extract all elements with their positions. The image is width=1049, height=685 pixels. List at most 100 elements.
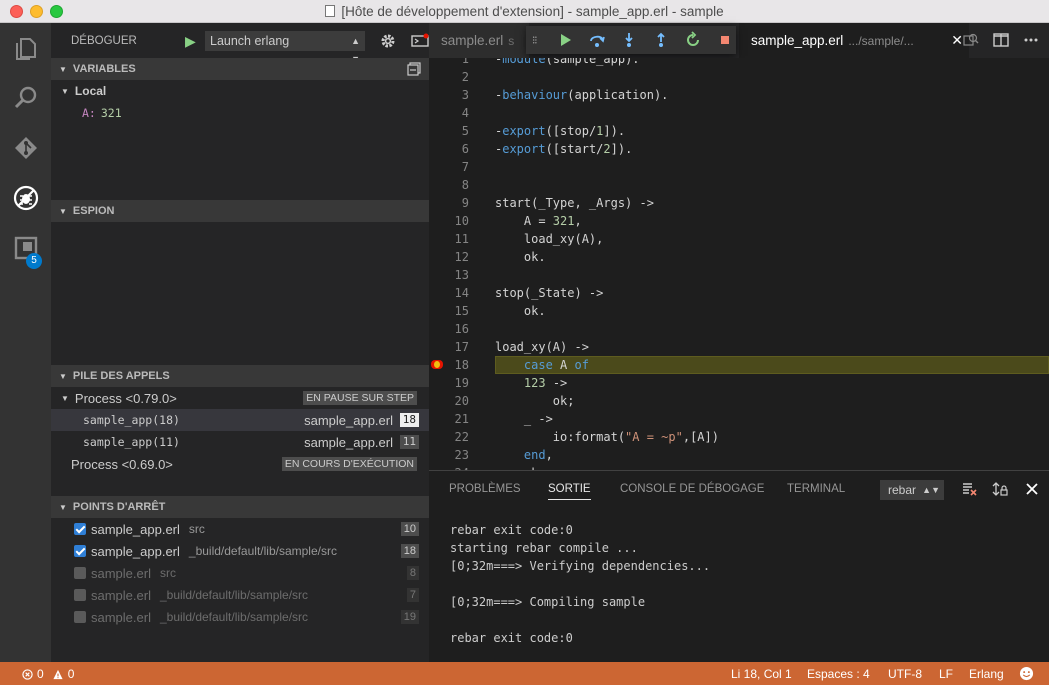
open-changes-icon[interactable]	[963, 32, 979, 48]
encoding[interactable]: UTF-8	[888, 667, 922, 681]
process-state-badge: EN PAUSE SUR STEP	[303, 391, 417, 405]
gear-icon[interactable]	[379, 32, 397, 50]
code-line[interactable]: 19 123 ->	[429, 374, 1049, 392]
code-line[interactable]: 11 load_xy(A),	[429, 230, 1049, 248]
sidebar-title: DÉBOGUER	[71, 34, 137, 47]
tab-terminal[interactable]: TERMINAL	[787, 483, 845, 495]
scroll-lock-icon[interactable]	[992, 481, 1008, 497]
cursor-position[interactable]: Li 18, Col 1	[731, 667, 792, 681]
tab-sample-app-erl[interactable]: sample_app.erl .../sample/... ✕	[739, 23, 969, 58]
continue-icon[interactable]	[556, 31, 574, 49]
code-line[interactable]: 21 _ ->	[429, 410, 1049, 428]
code-line[interactable]: 13	[429, 266, 1049, 284]
step-over-icon[interactable]	[588, 31, 606, 49]
code-line[interactable]: 1 -module(sample_app).	[429, 58, 1049, 68]
variable-item[interactable]: A: 321	[51, 102, 429, 124]
breakpoint-checkbox[interactable]	[74, 523, 86, 535]
code-text: case A of	[523, 358, 589, 372]
tab-output[interactable]: SORTIE	[548, 483, 591, 500]
status-bar: 0 0 Li 18, Col 1 Espaces : 4 UTF-8 LF Er…	[0, 662, 1049, 685]
call-stack-section-header[interactable]: ▼ PILE DES APPELS	[51, 365, 429, 387]
line-badge: 18	[400, 544, 419, 558]
code-editor[interactable]: 1 -module(sample_app). 2 3 -behaviour(applic…	[429, 58, 1049, 470]
feedback-smiley-icon[interactable]	[1019, 666, 1034, 681]
line-badge: 10	[400, 522, 419, 536]
split-editor-icon[interactable]	[993, 32, 1009, 48]
debug-button[interactable]	[0, 173, 51, 223]
code-line[interactable]: 8	[429, 176, 1049, 194]
error-icon	[22, 668, 33, 680]
code-line[interactable]: 14 stop(_State) ->	[429, 284, 1049, 302]
process-item[interactable]: Process <0.69.0> EN COURS D'EXÉCUTION	[51, 453, 429, 475]
debug-console-icon[interactable]	[411, 32, 429, 50]
watch-section-header[interactable]: ▼ ESPION	[51, 200, 429, 222]
breakpoint-checkbox[interactable]	[74, 567, 86, 579]
code-line[interactable]: 23 end,	[429, 446, 1049, 464]
breakpoint-checkbox[interactable]	[74, 611, 86, 623]
search-button[interactable]	[0, 73, 51, 123]
process-state-badge: EN COURS D'EXÉCUTION	[281, 457, 417, 471]
indentation[interactable]: Espaces : 4	[807, 667, 870, 681]
line-number: 8	[461, 178, 469, 192]
code-line[interactable]: 5 -export([stop/1]).	[429, 122, 1049, 140]
code-text: -export([stop/1]).	[495, 124, 626, 138]
breakpoint-item[interactable]: sample.erl src 8	[51, 562, 429, 584]
code-line[interactable]: 20 ok;	[429, 392, 1049, 410]
stop-icon[interactable]	[716, 31, 734, 49]
breakpoint-checkbox[interactable]	[74, 589, 86, 601]
line-ending[interactable]: LF	[939, 667, 953, 681]
debug-sidebar: DÉBOGUER ▶ Launch erlang▲▼ ▼VARIABLES ▼L…	[51, 23, 429, 662]
tab-sample-erl[interactable]: sample.erl s	[429, 23, 529, 58]
breakpoint-item[interactable]: sample.erl _build/default/lib/sample/src…	[51, 606, 429, 628]
code-line[interactable]: 17 load_xy(A) ->	[429, 338, 1049, 356]
process-item[interactable]: ▼ Process <0.79.0> EN PAUSE SUR STEP	[51, 387, 429, 409]
variables-section-header[interactable]: ▼ VARIABLES	[51, 58, 429, 80]
stack-frame[interactable]: sample_app(18) sample_app.erl 18	[51, 409, 429, 431]
code-line[interactable]: 10 A = 321,	[429, 212, 1049, 230]
clear-output-icon[interactable]	[961, 481, 977, 497]
restart-icon[interactable]	[684, 31, 702, 49]
code-line[interactable]: 16	[429, 320, 1049, 338]
code-line[interactable]: 18 case A of	[429, 356, 1049, 374]
code-line[interactable]: 6 -export([start/2]).	[429, 140, 1049, 158]
extensions-button[interactable]: 5	[0, 223, 51, 273]
tab-problems[interactable]: PROBLÈMES	[449, 483, 521, 495]
code-line[interactable]: 7	[429, 158, 1049, 176]
code-line[interactable]: 15 ok.	[429, 302, 1049, 320]
code-line[interactable]: 12 ok.	[429, 248, 1049, 266]
close-panel-icon[interactable]	[1024, 481, 1040, 497]
explorer-button[interactable]	[0, 23, 51, 73]
breakpoint-item[interactable]: sample_app.erl src 10	[51, 518, 429, 540]
line-number: 12	[454, 250, 469, 264]
language-mode[interactable]: Erlang	[969, 667, 1004, 681]
tab-debug-console[interactable]: CONSOLE DE DÉBOGAGE	[620, 483, 764, 495]
editor-actions	[963, 32, 1039, 48]
code-text: -module(sample_app).	[495, 58, 640, 66]
breakpoints-section-header[interactable]: ▼ POINTS D'ARRÊT	[51, 496, 429, 518]
code-line[interactable]: 2	[429, 68, 1049, 86]
code-line[interactable]: 22 io:format("A = ~p",[A])	[429, 428, 1049, 446]
code-line[interactable]: 9 start(_Type, _Args) ->	[429, 194, 1049, 212]
launch-config-select[interactable]: Launch erlang▲▼	[205, 30, 365, 64]
start-debugging-icon[interactable]: ▶	[185, 33, 201, 49]
step-into-icon[interactable]	[620, 31, 638, 49]
output-log: rebar exit code:0 starting rebar compile …	[450, 521, 710, 647]
close-tab-icon[interactable]: ✕	[951, 32, 963, 49]
scope-local[interactable]: ▼ Local	[51, 80, 429, 102]
more-actions-icon[interactable]	[1023, 32, 1039, 48]
problems-indicator[interactable]: 0 0	[22, 667, 74, 681]
variables-empty-area	[51, 124, 429, 200]
code-line[interactable]: 4	[429, 104, 1049, 122]
output-channel-select[interactable]: rebar ▲▼	[880, 480, 944, 500]
breakpoint-item[interactable]: sample_app.erl _build/default/lib/sample…	[51, 540, 429, 562]
stack-frame[interactable]: sample_app(11) sample_app.erl 11	[51, 431, 429, 453]
collapse-all-icon[interactable]	[407, 62, 421, 76]
breakpoint-checkbox[interactable]	[74, 545, 86, 557]
code-line[interactable]: 3 -behaviour(application).	[429, 86, 1049, 104]
step-out-icon[interactable]	[652, 31, 670, 49]
drag-handle-icon[interactable]	[532, 31, 542, 49]
breakpoint-item[interactable]: sample.erl _build/default/lib/sample/src…	[51, 584, 429, 606]
source-control-button[interactable]	[0, 123, 51, 173]
bottom-panel: PROBLÈMES SORTIE CONSOLE DE DÉBOGAGE TER…	[429, 470, 1049, 662]
